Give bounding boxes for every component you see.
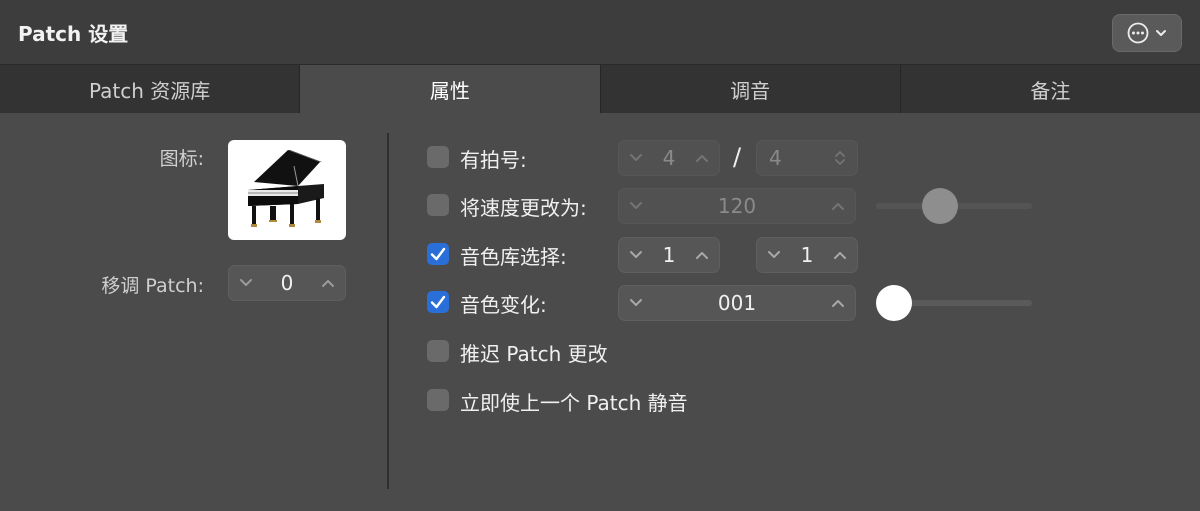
tab-bar: Patch 资源库 属性 调音 备注 [0,65,1200,113]
delay-patch-change-checkbox[interactable] [427,340,449,362]
bank-select-label: 音色库选择: [460,245,567,269]
mute-previous-patch-checkbox[interactable] [427,389,449,411]
title-bar: Patch 设置 [0,0,1200,65]
tab-attributes[interactable]: 属性 [300,65,601,113]
chevron-up-icon[interactable] [829,197,847,215]
time-signature-numerator: 4 [662,146,676,170]
transpose-value: 0 [280,271,294,295]
program-change-slider-knob[interactable] [876,285,912,321]
chevron-down-icon[interactable] [627,246,645,264]
tempo-stepper[interactable]: 120 [618,188,856,224]
time-signature-denominator-select[interactable]: 4 [756,140,858,176]
chevron-up-icon[interactable] [829,294,847,312]
tab-notes[interactable]: 备注 [900,65,1200,113]
tab-tuning[interactable]: 调音 [600,65,901,113]
bank-select-msb-stepper[interactable]: 1 [618,237,720,273]
chevron-down-icon[interactable] [765,246,783,264]
tempo-checkbox[interactable] [427,194,449,216]
time-signature-label: 有拍号: [460,148,527,172]
tempo-label: 将速度更改为: [460,196,587,220]
time-signature-denominator: 4 [769,146,782,170]
transpose-label: 移调 Patch: [101,275,204,297]
grand-piano-icon [248,150,324,227]
time-signature-numerator-stepper[interactable]: 4 [618,140,720,176]
bank-select-msb: 1 [662,243,676,267]
tab-patch-library[interactable]: Patch 资源库 [0,65,301,113]
transpose-stepper[interactable]: 0 [228,265,346,301]
chevron-down-icon [1155,28,1167,38]
chevron-down-icon[interactable] [627,197,645,215]
patch-settings-window: Patch 设置 Patch 资源库 属性 调音 备注 图标: 移调 Patch… [0,0,1200,511]
icon-label: 图标: [159,148,204,170]
chevron-down-icon[interactable] [627,294,645,312]
patch-icon-button[interactable] [228,140,346,240]
bank-select-lsb: 1 [800,243,814,267]
program-change-checkbox[interactable] [427,291,449,313]
column-divider [387,133,389,489]
chevron-up-icon[interactable] [831,246,849,264]
program-change-stepper[interactable]: 001 [618,285,856,321]
bank-select-lsb-stepper[interactable]: 1 [756,237,858,273]
chevron-up-icon[interactable] [693,149,711,167]
chevron-up-icon[interactable] [319,274,337,292]
time-signature-separator: / [733,143,742,171]
up-down-chevron-icon [831,149,849,167]
chevron-down-icon[interactable] [627,149,645,167]
bank-select-checkbox[interactable] [427,243,449,265]
program-change-label: 音色变化: [460,293,547,317]
window-title: Patch 设置 [18,22,129,46]
tempo-value: 120 [717,194,757,218]
more-options-button[interactable] [1112,14,1182,52]
attributes-panel: 图标: 移调 Patch: 0 有拍号: 4 / 4 将速度更改为: 120 音… [0,113,1200,511]
mute-previous-patch-label: 立即使上一个 Patch 静音 [460,391,688,415]
chevron-down-icon[interactable] [237,274,255,292]
delay-patch-change-label: 推迟 Patch 更改 [460,342,608,366]
program-change-value: 001 [717,291,757,315]
tempo-slider-knob[interactable] [922,188,958,224]
chevron-up-icon[interactable] [693,246,711,264]
ellipsis-circle-icon [1127,22,1149,44]
time-signature-checkbox[interactable] [427,146,449,168]
